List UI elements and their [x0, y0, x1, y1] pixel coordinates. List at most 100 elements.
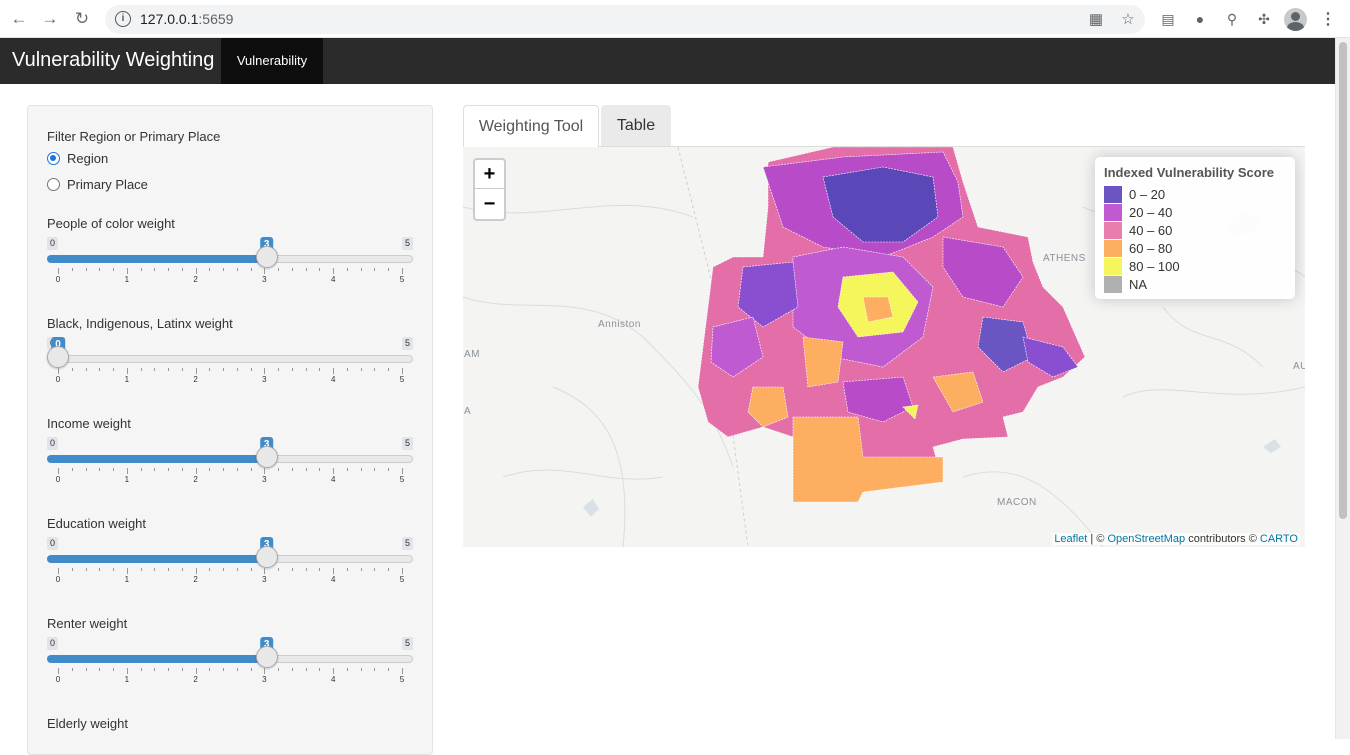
map-legend: Indexed Vulnerability Score 0 – 20 20 – 4… — [1095, 157, 1295, 299]
osm-link[interactable]: OpenStreetMap — [1107, 533, 1185, 545]
slider-tick — [374, 668, 376, 671]
slider-tick — [333, 568, 335, 574]
profile-avatar-icon[interactable] — [1284, 8, 1307, 31]
slider-tick — [168, 368, 170, 371]
slider-tick — [85, 668, 87, 671]
slider-tick — [374, 468, 376, 471]
weight-slider[interactable]: 050012345 — [47, 337, 413, 397]
slider-tick-label: 4 — [330, 375, 336, 384]
bookmark-star-icon[interactable]: ☆ — [1120, 12, 1136, 28]
page-scrollbar[interactable] — [1335, 38, 1350, 739]
slider-tick — [58, 268, 59, 274]
slider-tick — [402, 368, 403, 374]
site-info-icon[interactable]: i — [115, 11, 131, 27]
browser-menu-icon[interactable]: ⋮ — [1320, 9, 1336, 29]
zoom-out-button[interactable]: − — [475, 190, 504, 219]
slider-tick — [209, 368, 211, 371]
slider-tick — [305, 668, 307, 671]
slider-tick-label: 4 — [330, 475, 336, 484]
slider-tick — [388, 468, 390, 471]
slider-tick — [209, 668, 211, 671]
scrollbar-thumb[interactable] — [1339, 42, 1347, 519]
tab-table[interactable]: Table — [601, 105, 671, 147]
leaflet-link[interactable]: Leaflet — [1054, 533, 1087, 545]
weight-slider[interactable]: 053012345 — [47, 537, 413, 597]
sidebar-panel: Filter Region or Primary Place Region Pr… — [27, 105, 433, 755]
slider-tick-label: 1 — [124, 575, 130, 584]
slider-tick — [319, 368, 321, 371]
slider-tick — [346, 468, 348, 471]
slider-tick — [58, 468, 59, 474]
slider-tick — [264, 268, 266, 274]
slider-tick — [99, 668, 101, 671]
slider-tick-label: 2 — [193, 475, 198, 484]
slider-tick — [402, 468, 403, 474]
radio-unchecked-icon[interactable] — [47, 178, 60, 191]
slider-tick — [113, 268, 115, 271]
legend-label: 20 – 40 — [1129, 205, 1173, 220]
slider-tick-label: 1 — [124, 675, 130, 684]
extension-circle-icon[interactable]: ● — [1192, 11, 1208, 27]
slider-tick-label: 4 — [330, 675, 336, 684]
slider-handle[interactable] — [255, 446, 278, 468]
attribution-contrib: contributors © — [1185, 533, 1260, 545]
slider-tick — [209, 468, 211, 471]
weight-slider[interactable]: 053012345 — [47, 237, 413, 297]
slider-tick — [388, 368, 390, 371]
slider-min-label: 0 — [47, 637, 59, 650]
slider-tick — [333, 268, 335, 274]
slider-track[interactable] — [47, 355, 413, 363]
slider-handle[interactable] — [255, 246, 278, 268]
radio-checked-icon[interactable] — [47, 152, 60, 165]
qr-code-icon[interactable]: ▦ — [1088, 12, 1104, 28]
address-bar[interactable]: i 127.0.0.1:5659 ▦ ☆ — [105, 5, 1145, 34]
carto-link[interactable]: CARTO — [1260, 533, 1298, 545]
slider-tick — [154, 468, 156, 471]
leaflet-map[interactable]: ATHENS Anniston AM A MACON AU + − Indexe… — [463, 147, 1305, 547]
slider-tick — [291, 268, 293, 271]
slider-tick-label: 1 — [124, 475, 130, 484]
weight-slider[interactable]: 053012345 — [47, 637, 413, 697]
slider-handle[interactable] — [47, 346, 69, 368]
slider-label: Black, Indigenous, Latinx weight — [47, 316, 233, 331]
slider-tick — [181, 368, 183, 371]
slider-tick — [250, 468, 252, 471]
reload-icon[interactable]: ↻ — [72, 9, 92, 29]
back-icon[interactable]: ← — [9, 9, 29, 29]
slider-handle[interactable] — [255, 646, 278, 668]
slider-handle[interactable] — [255, 546, 278, 568]
zoom-in-button[interactable]: + — [475, 160, 504, 189]
map-attribution: Leaflet | © OpenStreetMap contributors ©… — [1052, 533, 1300, 545]
slider-tick — [140, 368, 142, 371]
slider-tick — [388, 668, 390, 671]
slider-max-label: 5 — [401, 537, 413, 550]
reading-list-icon[interactable]: ▤ — [1160, 11, 1176, 27]
zoom-control: + − — [473, 158, 506, 221]
tab-weighting-tool[interactable]: Weighting Tool — [463, 105, 599, 147]
slider-tick-label: 0 — [55, 675, 61, 684]
slider-tick-label: 3 — [262, 675, 267, 684]
slider-tick — [126, 468, 128, 474]
slider-tick — [71, 368, 73, 371]
slider-label-elderly: Elderly weight — [47, 716, 128, 731]
radio-label: Region — [67, 151, 109, 166]
slider-tick — [126, 668, 128, 674]
slider-tick — [181, 468, 183, 471]
map-label-a: A — [464, 406, 472, 417]
extensions-puzzle-icon[interactable]: ✣ — [1256, 11, 1272, 27]
weight-slider[interactable]: 053012345 — [47, 437, 413, 497]
nav-tab-vulnerability[interactable]: Vulnerability — [221, 38, 323, 84]
slider-label: Education weight — [47, 516, 147, 531]
slider-tick — [250, 368, 252, 371]
slider-tick — [99, 268, 101, 271]
slider-tick — [278, 468, 280, 471]
slider-tick — [85, 568, 87, 571]
slider-tick — [333, 368, 335, 374]
forward-icon[interactable]: → — [40, 9, 60, 29]
extension-search-icon[interactable]: ⚲ — [1224, 11, 1240, 27]
slider-tick — [58, 568, 59, 574]
slider-tick — [346, 568, 348, 571]
legend-label: 0 – 20 — [1129, 187, 1166, 202]
slider-tick — [113, 468, 115, 471]
slider-tick-label: 0 — [55, 575, 61, 584]
